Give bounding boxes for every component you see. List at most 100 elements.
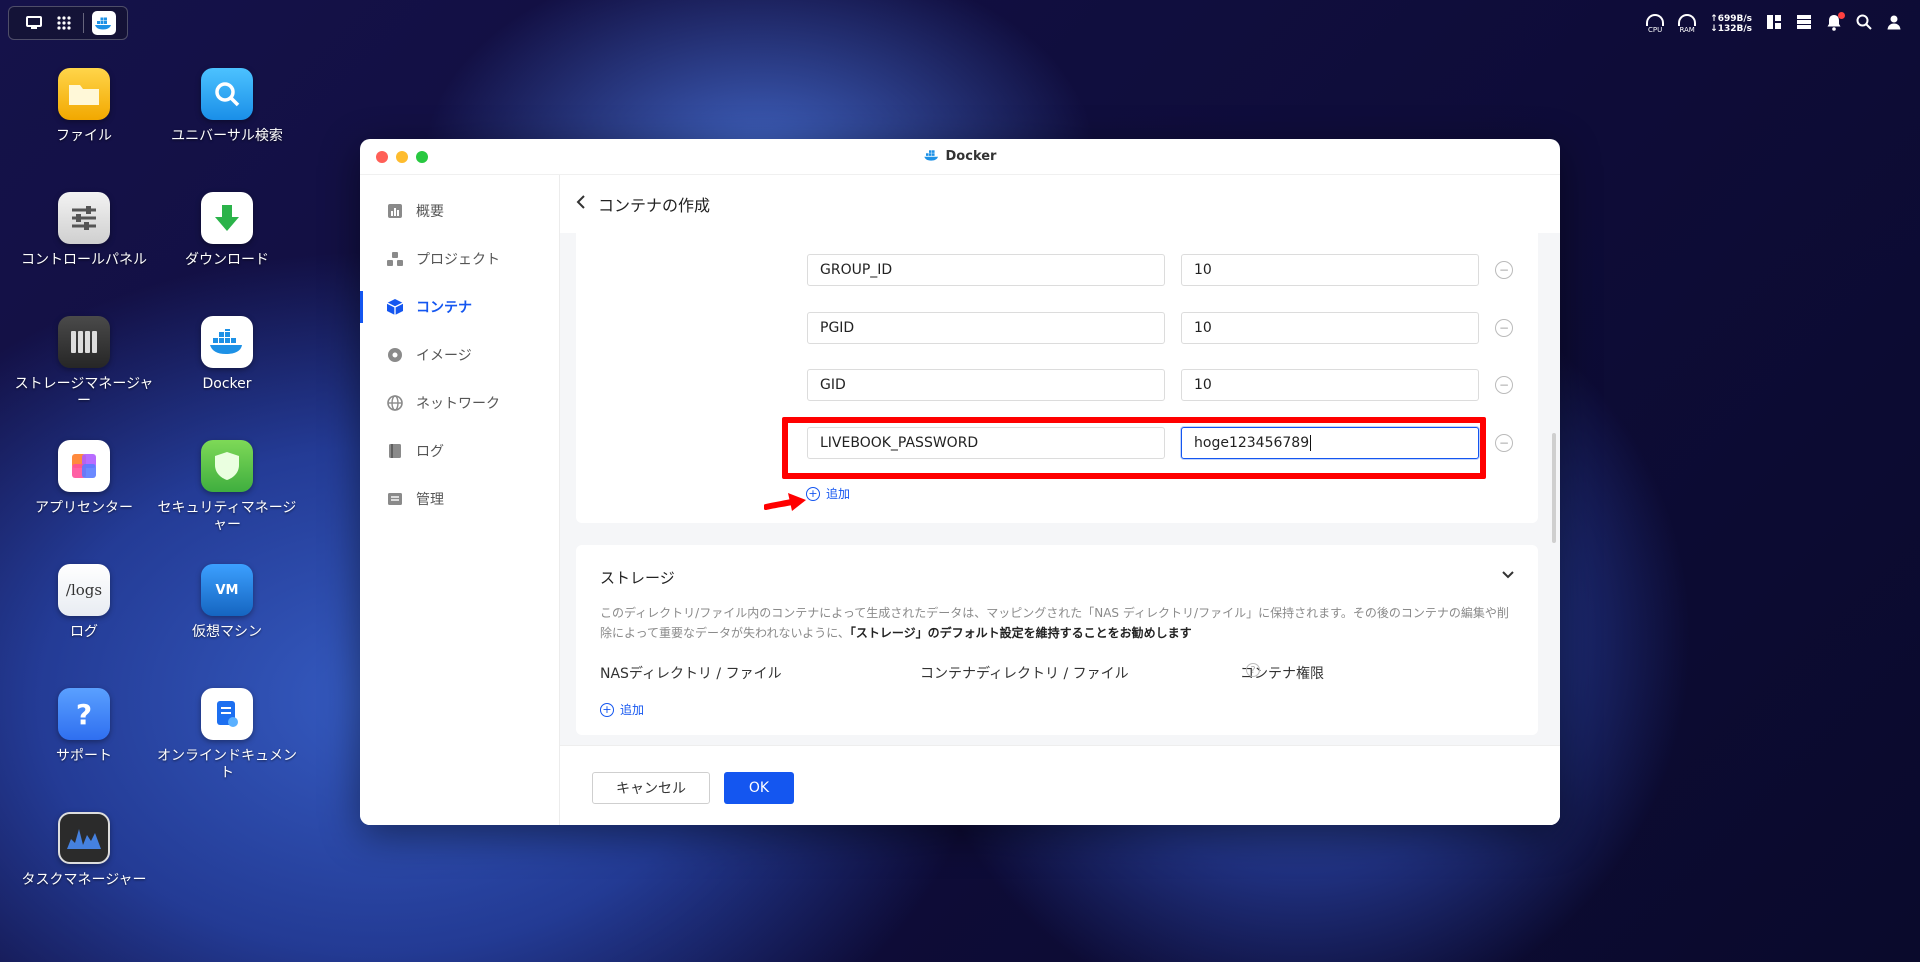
sidebar-item-network[interactable]: ネットワーク [360,379,559,427]
sidebar-item-project[interactable]: プロジェクト [360,235,559,283]
storage-desc-line2: 除によって重要なデータが失われないように、 [600,626,850,640]
notification-bell-icon[interactable] [1826,11,1845,35]
sidebar-item-manage[interactable]: 管理 [360,475,559,523]
env-key-input[interactable]: GROUP_ID [807,254,1165,286]
chevron-down-icon[interactable] [1502,567,1514,583]
remove-row-icon[interactable]: − [1495,319,1513,337]
page-header: コンテナの作成 [560,175,1560,233]
env-value-input[interactable]: 10 [1181,312,1479,344]
storage-title: ストレージ [600,569,675,587]
sidebar-item-log[interactable]: ログ [360,427,559,475]
cancel-button[interactable]: キャンセル [592,772,710,804]
ram-meter[interactable]: RAM [1678,14,1697,34]
remove-row-icon[interactable]: − [1495,434,1513,452]
sidebar-item-label: ネットワーク [416,396,500,412]
sidebar-item-label: 管理 [416,492,444,508]
desktop-icon-online-docs[interactable]: オンラインドキュメント [157,688,297,782]
app-grid-icon[interactable] [53,12,75,34]
desktop-icon-virtual-machine[interactable]: VM 仮想マシン [157,564,297,641]
network-icon [386,394,404,412]
scrollbar[interactable] [1552,433,1556,543]
window-titlebar: Docker [360,139,1560,175]
ok-button[interactable]: OK [724,772,794,804]
desktop-icon-label: ユニバーサル検索 [171,128,283,144]
search-icon [201,68,253,120]
sidebar-item-image[interactable]: イメージ [360,331,559,379]
docker-taskbar-icon[interactable] [92,11,116,35]
sidebar-item-container[interactable]: コンテナ [360,283,559,331]
search-icon[interactable] [1856,14,1872,34]
desktop-icon-docker[interactable]: Docker [157,316,297,393]
env-key-input[interactable]: GID [807,369,1165,401]
desktop-icon-label: コントロールパネル [21,252,147,268]
desktop-icon-logs[interactable]: /logs ログ [14,564,154,641]
desktop-icon-label: Docker [202,376,252,392]
server-icon[interactable] [1796,14,1812,34]
help-icon[interactable]: ? [1246,663,1260,677]
desktop-icon-control-panel[interactable]: コントロールパネル [14,192,154,269]
desktop-icon-support[interactable]: ? サポート [14,688,154,765]
add-storage-button[interactable]: + 追加 [600,701,644,718]
desktop-icon-download[interactable]: ダウンロード [157,192,297,269]
image-icon [386,346,404,364]
desktop-icon-task-manager[interactable]: タスクマネージャー [14,812,154,889]
env-value-text: hoge123456789 [1194,435,1310,451]
vm-tile-text: VM [215,582,239,598]
minimize-button[interactable] [396,151,408,163]
desktop-icon-app-center[interactable]: アプリセンター [14,440,154,517]
desktop-icon-label: オンラインドキュメント [157,748,297,781]
task-manager-icon [58,812,110,864]
show-desktop-icon[interactable] [23,12,45,34]
desktop-icon-label: ファイル [56,128,112,144]
desktop-icon-files[interactable]: ファイル [14,68,154,145]
add-env-button[interactable]: + 追加 [806,485,850,502]
env-key-text: GROUP_ID [820,262,893,278]
desktop-icon-label: セキュリティマネージャー [157,500,297,533]
close-button[interactable] [376,151,388,163]
network-speed[interactable]: ↑699B/s ↓132B/s [1710,14,1752,34]
env-key-text: PGID [820,320,855,336]
logs-tile-text: /logs [65,581,103,599]
sidebar-item-label: コンテナ [416,300,472,316]
env-key-text: GID [820,377,846,393]
env-value-input[interactable]: 10 [1181,369,1479,401]
plus-circle-icon: + [600,702,614,717]
desktop-icon-storage-manager[interactable]: ストレージマネージャー [14,316,154,410]
window-title-text: Docker [945,149,997,164]
desktop-icon-label: 仮想マシン [192,624,262,640]
cpu-label: CPU [1648,26,1663,34]
red-arrow-annotation [763,487,808,517]
desktop-icon-label: サポート [56,748,112,764]
back-arrow-icon[interactable] [576,194,586,215]
add-storage-label: 追加 [620,703,645,717]
net-download: ↓132B/s [1710,24,1752,34]
sliders-icon [58,192,110,244]
env-key-input[interactable]: PGID [807,312,1165,344]
widgets-icon[interactable] [1766,14,1782,34]
sidebar-item-label: プロジェクト [416,252,500,268]
docker-window: Docker 概要 プロジェクト コンテナ イメージ ネットワーク ログ 管理 … [360,139,1560,825]
desktop-icon-security-manager[interactable]: セキュリティマネージャー [157,440,297,534]
remove-row-icon[interactable]: − [1495,261,1513,279]
form-scroll-area[interactable]: GROUP_ID 10 − PGID 10 − GID 10 − LIVEBOO… [560,233,1560,745]
container-icon [386,298,404,316]
storage-desc-bold: 「ストレージ」のデフォルト設定を維持することをお勧めします [849,626,1192,640]
desktop-icon-label: ログ [70,624,98,640]
env-key-input[interactable]: LIVEBOOK_PASSWORD [807,427,1165,459]
support-tile-text: ? [75,697,93,731]
cpu-meter[interactable]: CPU [1646,14,1665,34]
maximize-button[interactable] [416,151,428,163]
sidebar-item-overview[interactable]: 概要 [360,187,559,235]
page-title: コンテナの作成 [598,196,711,215]
taskbar-left [8,6,128,40]
desktop-icon-label: タスクマネージャー [21,872,147,888]
remove-row-icon[interactable]: − [1495,376,1513,394]
user-icon[interactable] [1886,14,1902,34]
main-content: コンテナの作成 GROUP_ID 10 − PGID 10 − GID 10 − [560,175,1560,825]
col-container-directory: コンテナディレクトリ / ファイル [920,666,1129,682]
env-value-input[interactable]: hoge123456789 [1181,427,1479,459]
desktop-icon-universal-search[interactable]: ユニバーサル検索 [157,68,297,145]
ram-label: RAM [1679,26,1695,34]
env-value-input[interactable]: 10 [1181,254,1479,286]
storage-icon [58,316,110,368]
